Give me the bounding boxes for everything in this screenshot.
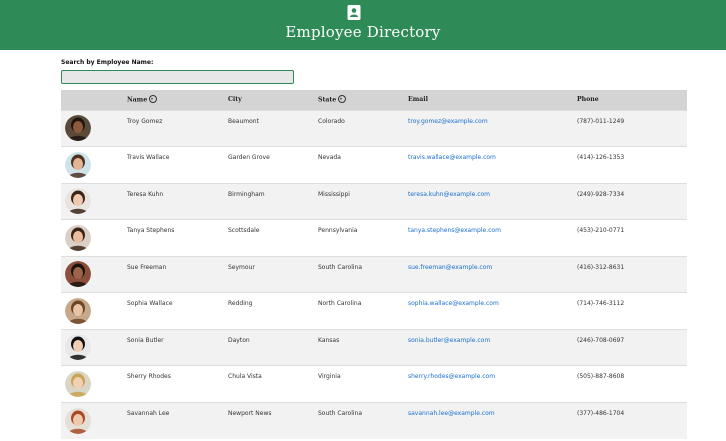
city-cell: Redding (228, 300, 253, 307)
city-cell: Dayton (228, 336, 250, 344)
phone-cell: (249)-928-7334 (577, 190, 625, 198)
city-cell: Newport News (228, 409, 272, 417)
table-row: Troy Gomez Beaumont Colorado troy.gomez@exa… (61, 110, 687, 147)
table-row: Teresa Kuhn Birmingham Mississippi teresa.k… (61, 183, 687, 220)
state-cell: North Carolina (318, 300, 362, 307)
table-row: Sonia Butler Dayton Kansas sonia.butler@exa… (61, 329, 687, 366)
state-cell: Mississippi (318, 190, 350, 198)
table-row: Sue Freeman Seymour South Carolina sue.free… (61, 256, 687, 293)
phone-cell: (714)-746-3112 (577, 300, 625, 307)
phone-cell: (787)-011-1249 (577, 117, 625, 125)
email-cell: teresa.kuhn@example.com (408, 183, 577, 220)
app-header: Employee Directory (0, 0, 726, 50)
column-header-city: City (228, 96, 242, 104)
name-cell: Sue Freeman (127, 263, 167, 271)
city-cell: Chula Vista (228, 373, 262, 380)
email-link[interactable]: tanya.stephens@example.com (408, 227, 501, 234)
avatar (65, 370, 91, 397)
email-cell: sue.freeman@example.com (408, 256, 577, 293)
name-cell: Sherry Rhodes (127, 373, 171, 380)
state-cell: Nevada (318, 154, 341, 161)
page-title: Employee Directory (285, 23, 441, 41)
employee-table: Name City State Email Phone Troy Gomez Be… (61, 90, 687, 439)
state-cell: South Carolina (318, 263, 363, 271)
sort-icon[interactable] (338, 94, 347, 103)
city-cell: Beaumont (228, 117, 259, 125)
avatar (65, 334, 91, 361)
column-header-state[interactable]: State (318, 90, 408, 110)
name-cell: Sophia Wallace (127, 300, 173, 307)
avatar (65, 407, 91, 434)
avatar (65, 188, 91, 215)
email-link[interactable]: sonia.butler@example.com (408, 337, 490, 344)
email-link[interactable]: sherry.rhodes@example.com (408, 373, 495, 380)
photo-cell (61, 293, 127, 330)
avatar (65, 224, 91, 251)
email-cell: savannah.lee@example.com (408, 402, 577, 439)
table-row: Sherry Rhodes Chula Vista Virginia sherry.r… (61, 365, 687, 403)
phone-cell: (453)-210-0771 (577, 227, 625, 234)
search-input[interactable] (61, 70, 294, 84)
email-cell: sherry.rhodes@example.com (408, 366, 577, 403)
state-cell: Colorado (318, 117, 345, 125)
state-cell: Kansas (318, 336, 340, 344)
photo-cell (61, 110, 127, 147)
table-row: Tanya Stephens Scottsdale Pennsylvania tany… (61, 219, 687, 257)
column-header-phone: Phone (577, 96, 599, 104)
photo-cell (61, 329, 127, 366)
column-header-photo (61, 90, 127, 110)
email-link[interactable]: savannah.lee@example.com (408, 410, 495, 417)
column-header-name-label: Name (127, 96, 148, 104)
sort-icon[interactable] (149, 94, 158, 103)
photo-cell (61, 183, 127, 220)
state-cell: Pennsylvania (318, 227, 358, 234)
column-header-state-label: State (318, 96, 337, 104)
phone-cell: (246)-708-0697 (577, 336, 625, 344)
state-cell: Virginia (318, 373, 341, 380)
table-row: Sophia Wallace Redding North Carolina sophi… (61, 292, 687, 330)
phone-cell: (377)-486-1704 (577, 409, 625, 417)
table-row: Travis Wallace Garden Grove Nevada travis.w… (61, 146, 687, 184)
email-cell: sonia.butler@example.com (408, 329, 577, 366)
phone-cell: (505)-887-8608 (577, 373, 625, 380)
employee-table-container: Name City State Email Phone Troy Gomez Be… (61, 90, 687, 441)
email-link[interactable]: sue.freeman@example.com (408, 264, 492, 271)
city-cell: Seymour (228, 263, 255, 271)
email-cell: tanya.stephens@example.com (408, 220, 577, 257)
name-cell: Troy Gomez (127, 117, 163, 125)
state-cell: South Carolina (318, 409, 363, 417)
email-link[interactable]: sophia.wallace@example.com (408, 300, 499, 307)
email-cell: sophia.wallace@example.com (408, 293, 577, 330)
email-cell: travis.wallace@example.com (408, 147, 577, 184)
name-cell: Sonia Butler (127, 336, 164, 344)
photo-cell (61, 366, 127, 403)
email-link[interactable]: troy.gomez@example.com (408, 118, 488, 125)
table-row: Savannah Lee Newport News South Carolina sa… (61, 402, 687, 439)
name-cell: Teresa Kuhn (127, 190, 164, 198)
photo-cell (61, 402, 127, 439)
avatar (65, 297, 91, 324)
name-cell: Travis Wallace (127, 154, 170, 161)
column-header-email: Email (408, 96, 428, 104)
photo-cell (61, 220, 127, 257)
name-cell: Savannah Lee (127, 409, 170, 417)
name-cell: Tanya Stephens (127, 227, 175, 234)
photo-cell (61, 256, 127, 293)
table-header-row: Name City State Email Phone (61, 90, 687, 110)
avatar (65, 151, 91, 178)
email-link[interactable]: teresa.kuhn@example.com (408, 191, 490, 198)
email-link[interactable]: travis.wallace@example.com (408, 154, 496, 161)
city-cell: Scottsdale (228, 227, 260, 234)
phone-cell: (414)-126-1353 (577, 154, 625, 161)
city-cell: Garden Grove (228, 154, 270, 161)
photo-cell (61, 147, 127, 184)
search-label: Search by Employee Name: (61, 59, 154, 66)
column-header-name[interactable]: Name (127, 90, 228, 110)
avatar (65, 261, 91, 288)
phone-cell: (416)-312-8631 (577, 263, 625, 271)
city-cell: Birmingham (228, 190, 265, 198)
contact-book-icon (347, 5, 361, 20)
email-cell: troy.gomez@example.com (408, 110, 577, 147)
avatar (65, 115, 91, 142)
